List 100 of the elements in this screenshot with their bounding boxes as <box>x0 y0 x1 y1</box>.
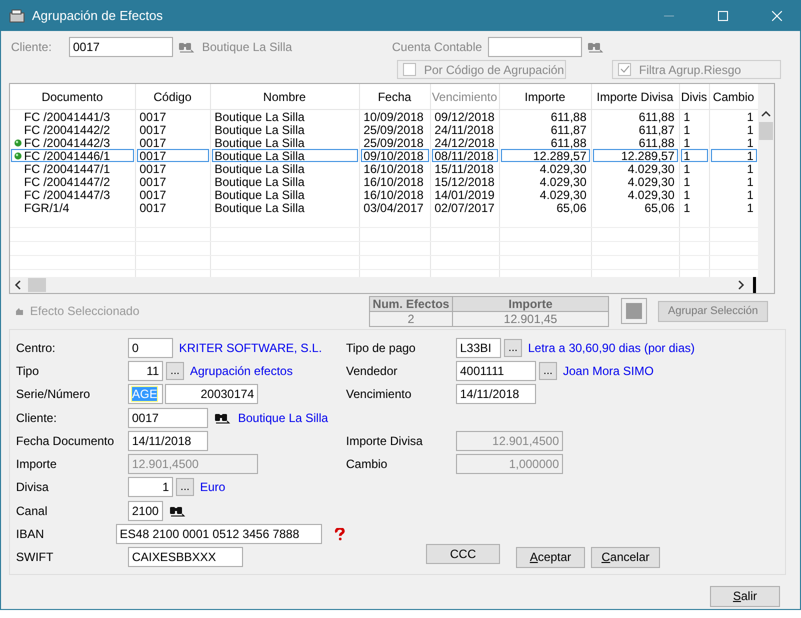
column-header[interactable]: Importe Divisa <box>591 84 679 110</box>
table-cell: 12.289,57 <box>533 150 586 162</box>
table-cell: 08/11/2018 <box>434 150 494 162</box>
summary-header: Num. Efectos <box>370 296 453 310</box>
folder-icon <box>9 8 25 22</box>
maximize-icon[interactable] <box>718 10 728 20</box>
binoculars-icon[interactable] <box>169 504 187 517</box>
scroll-thumb[interactable] <box>759 122 774 140</box>
table-cell: 4.029,30 <box>628 188 674 200</box>
bullet-icon <box>14 152 22 160</box>
scroll-thumb[interactable] <box>28 278 46 292</box>
table-cell: FC /20041442/2 <box>24 124 110 136</box>
link[interactable]: Agrupación efectos <box>190 364 293 378</box>
field-label: Vendedor <box>346 364 398 378</box>
table-cell: 4.029,30 <box>540 162 586 174</box>
dialog-button[interactable]: Aceptar <box>516 546 585 568</box>
table-cell: FC /20041447/1 <box>24 162 110 174</box>
table-cell: 1 <box>746 124 754 136</box>
table-cell: 4.029,30 <box>628 176 674 188</box>
table-cell: FGR/1/4 <box>24 202 70 214</box>
summary-header: Importe <box>453 296 608 310</box>
input-field[interactable]: CAIXESBBXXX <box>128 547 243 568</box>
input-field[interactable]: 4001111 <box>456 360 536 381</box>
picker-button[interactable]: ... <box>539 362 557 380</box>
picker-button[interactable]: ... <box>176 478 194 496</box>
table-cell: 611,88 <box>638 136 674 148</box>
table-cell: 0017 <box>140 176 166 188</box>
table-cell: FC /20041447/2 <box>24 176 110 188</box>
table-cell: 1 <box>746 110 754 122</box>
picker-button[interactable]: ... <box>166 362 184 380</box>
input-field[interactable]: 14/11/2018 <box>456 384 536 404</box>
color-button[interactable] <box>621 298 647 324</box>
input-field[interactable]: 14/11/2018 <box>128 430 208 451</box>
vertical-scrollbar[interactable] <box>758 84 774 277</box>
table-cell: 24/11/2018 <box>434 124 494 136</box>
dialog-button[interactable]: Cancelar <box>591 546 660 568</box>
table-cell: 03/04/2017 <box>364 202 424 214</box>
table-cell: 1 <box>684 176 690 188</box>
link[interactable]: Euro <box>200 480 226 494</box>
table-cell: 09/12/2018 <box>434 110 495 122</box>
client-field[interactable]: 0017 <box>69 37 173 57</box>
input-field[interactable]: 11 <box>128 360 163 381</box>
check-icon <box>619 64 630 75</box>
table-cell: Boutique La Silla <box>214 188 305 200</box>
horizontal-scrollbar[interactable] <box>10 277 774 293</box>
column-header[interactable]: Documento <box>10 84 135 110</box>
table-cell: 1 <box>684 110 690 122</box>
table-cell: 1 <box>746 202 754 214</box>
account-field[interactable] <box>488 37 582 57</box>
input-field[interactable]: 20030174 <box>165 384 258 404</box>
table-cell: FC /20041447/3 <box>24 188 110 200</box>
table-cell: 4.029,30 <box>540 176 586 188</box>
table-cell: 25/09/2018 <box>364 136 424 148</box>
input-field[interactable]: L33BI <box>456 338 501 358</box>
dialog-button[interactable]: CCC <box>426 544 500 564</box>
link[interactable]: KRITER SOFTWARE, S.L. <box>179 340 322 355</box>
binoculars-icon[interactable] <box>214 412 232 424</box>
table-cell: FC /20041446/1 <box>24 150 110 162</box>
picker-button[interactable]: ... <box>504 338 522 357</box>
close-icon[interactable] <box>772 10 782 20</box>
bullet-icon <box>14 138 22 146</box>
table-cell: 611,88 <box>550 110 586 122</box>
field-label: Importe Divisa <box>346 434 424 448</box>
help-icon[interactable] <box>334 528 346 541</box>
link[interactable]: Joan Mora SIMO <box>563 364 654 378</box>
table-cell: 10/09/2018 <box>364 110 424 122</box>
table-cell: 1 <box>684 124 690 136</box>
column-header[interactable]: Fecha <box>359 84 430 110</box>
input-field[interactable]: 2100 <box>128 500 163 521</box>
input-field[interactable]: 1 <box>128 477 173 498</box>
column-header[interactable]: Divis <box>679 84 709 110</box>
input-field[interactable]: ES48 2100 0001 0512 3456 7888 <box>116 524 322 544</box>
table-cell: 0017 <box>140 202 166 214</box>
field-label: Importe <box>15 457 58 472</box>
table-cell: 14/01/2019 <box>434 188 495 200</box>
table-cell: 15/12/2018 <box>434 176 495 188</box>
client-label: Cliente: <box>11 40 53 54</box>
input-field[interactable]: 0017 <box>128 408 208 428</box>
link[interactable]: Boutique La Silla <box>238 410 328 425</box>
link[interactable]: Letra a 30,60,90 dias (por dias) <box>528 340 695 355</box>
table-cell: 611,87 <box>638 124 674 136</box>
field-label: Tipo de pago <box>346 340 417 355</box>
table-cell: 25/09/2018 <box>364 124 424 136</box>
column-header[interactable]: Código <box>135 84 210 110</box>
table-cell: 65,06 <box>644 202 674 214</box>
column-header[interactable]: Importe <box>499 84 591 110</box>
table-cell: FC /20041442/3 <box>24 136 110 148</box>
column-header[interactable]: Nombre <box>210 84 359 110</box>
input-field[interactable]: 0 <box>128 338 173 358</box>
exit-button[interactable]: Salir <box>710 586 780 607</box>
table-cell: 02/07/2017 <box>434 202 495 214</box>
field-label: Canal <box>15 504 48 518</box>
table-cell: Boutique La Silla <box>214 176 305 188</box>
table-cell: 1 <box>684 188 690 200</box>
table-cell: 1 <box>746 176 754 188</box>
table-cell: Boutique La Silla <box>214 136 305 148</box>
table-cell: 09/10/2018 <box>364 150 424 162</box>
table-cell: Boutique La Silla <box>214 162 305 174</box>
table-cell: 611,88 <box>638 110 674 122</box>
table-cell: Boutique La Silla <box>214 110 305 122</box>
